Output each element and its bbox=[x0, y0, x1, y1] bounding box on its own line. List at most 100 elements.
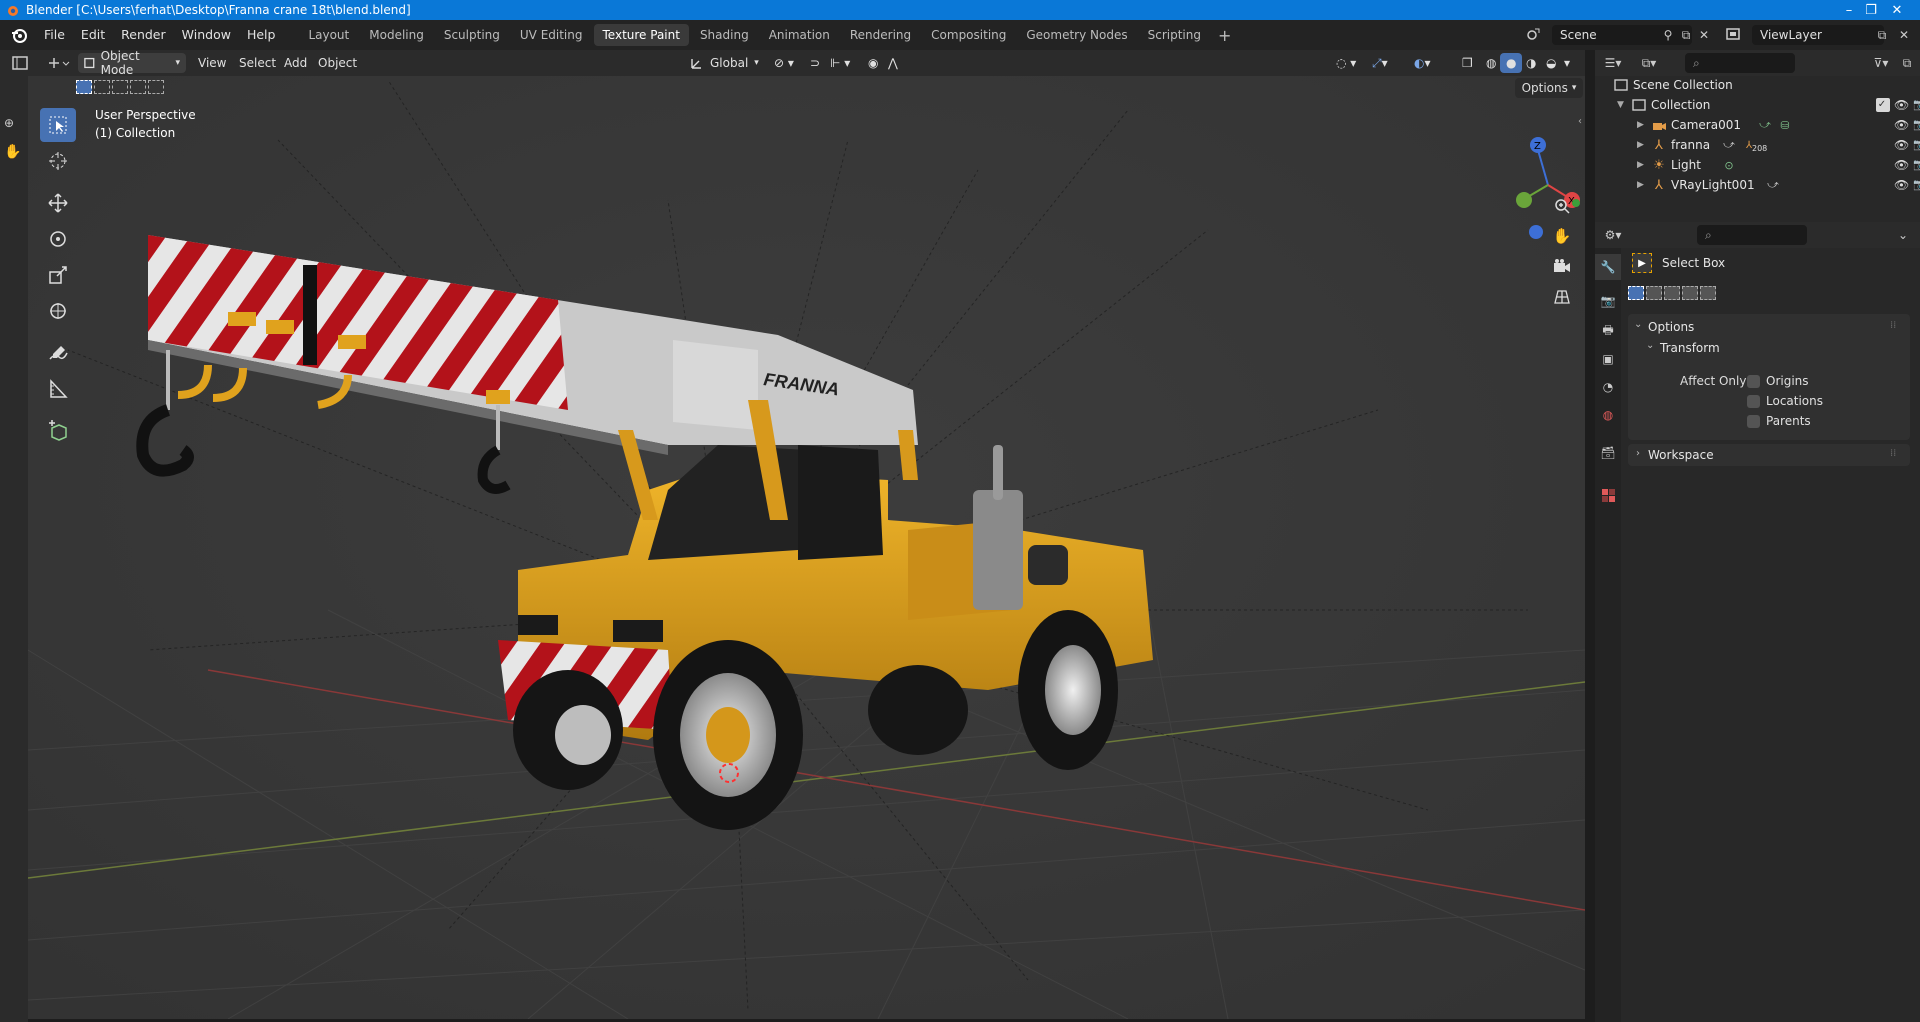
visibility-icon[interactable]: ◌ ▾ bbox=[1330, 53, 1362, 73]
menu-help[interactable]: Help bbox=[239, 20, 284, 50]
zoom-icon[interactable] bbox=[1549, 193, 1575, 219]
blender-logo-icon[interactable] bbox=[10, 26, 28, 44]
chevron-down-icon[interactable]: ⌄ bbox=[1634, 319, 1642, 330]
tab-texture-paint[interactable]: Texture Paint bbox=[593, 24, 689, 46]
select-intersect-icon[interactable] bbox=[1700, 286, 1716, 300]
tab-texture-icon[interactable] bbox=[1595, 482, 1621, 508]
camera-render-icon[interactable]: 📷 bbox=[1913, 178, 1920, 192]
add-workspace-button[interactable]: + bbox=[1210, 26, 1239, 45]
gizmo-toggle-icon[interactable]: ⤢ ▾ bbox=[1366, 53, 1394, 73]
display-mode-icon[interactable]: ⧉▾ bbox=[1639, 53, 1659, 73]
tab-shading[interactable]: Shading bbox=[691, 24, 758, 46]
tab-render-icon[interactable]: 📷 bbox=[1595, 288, 1621, 314]
scene-icon[interactable] bbox=[1524, 24, 1544, 44]
parents-checkbox[interactable]: Parents bbox=[1747, 414, 1811, 428]
select-extend-icon[interactable] bbox=[94, 80, 110, 94]
outliner-item-camera001[interactable]: ▶ Camera001 ⤻ ⛁ 👁 📷 bbox=[1595, 115, 1920, 135]
pin-icon[interactable]: ⚲ bbox=[1658, 25, 1678, 45]
drag-handle-icon[interactable]: ⁞⁞ bbox=[1890, 448, 1896, 459]
select-intersect-icon[interactable] bbox=[148, 80, 164, 94]
tab-animation[interactable]: Animation bbox=[760, 24, 839, 46]
light-data-icon[interactable]: ⊙ bbox=[1721, 157, 1737, 173]
constraint-icon[interactable]: ⤻ bbox=[1721, 137, 1737, 153]
menu-render[interactable]: Render bbox=[113, 20, 174, 50]
delete-scene-icon[interactable]: ✕ bbox=[1694, 25, 1714, 45]
camera-render-icon[interactable]: 📷 bbox=[1913, 138, 1920, 152]
constraint-icon[interactable]: ⤻ bbox=[1757, 117, 1773, 133]
tab-scene-icon[interactable]: ◔ bbox=[1595, 374, 1621, 400]
hand-icon[interactable]: ✋ bbox=[4, 144, 21, 160]
pivot-point-icon[interactable]: ⊘ ▾ bbox=[768, 53, 800, 73]
tab-collection-icon[interactable]: 🗃 bbox=[1595, 440, 1621, 466]
camera-render-icon[interactable]: 📷 bbox=[1913, 158, 1920, 172]
tab-view-layer-icon[interactable]: ▣ bbox=[1595, 346, 1621, 372]
eye-icon[interactable]: 👁 bbox=[1894, 118, 1909, 132]
tab-scripting[interactable]: Scripting bbox=[1139, 24, 1210, 46]
tab-sculpting[interactable]: Sculpting bbox=[435, 24, 509, 46]
menu-object[interactable]: Object bbox=[312, 53, 363, 73]
properties-editor-type-icon[interactable]: ⚙▾ bbox=[1603, 225, 1623, 245]
menu-window[interactable]: Window bbox=[174, 20, 239, 50]
select-box-tool[interactable] bbox=[40, 108, 76, 142]
outliner-search-input[interactable]: ⌕ bbox=[1685, 53, 1795, 73]
constraint-icon[interactable]: ⤻ bbox=[1765, 177, 1781, 193]
select-new-icon[interactable] bbox=[76, 80, 92, 94]
annotate-tool[interactable] bbox=[40, 336, 76, 370]
filter-icon[interactable]: ⊽▾ bbox=[1871, 53, 1891, 73]
3d-viewport[interactable]: FRANNA Z X bbox=[28, 50, 1585, 1019]
checkbox-box[interactable] bbox=[1747, 394, 1760, 408]
viewport-options-button[interactable]: Options ▾ bbox=[1515, 78, 1583, 98]
checkbox-box[interactable] bbox=[1747, 374, 1760, 388]
close-button[interactable]: ✕ bbox=[1874, 0, 1920, 20]
options-panel-title[interactable]: Options bbox=[1648, 320, 1694, 334]
navigate-icon[interactable]: ⊕ bbox=[4, 116, 14, 130]
tab-modeling[interactable]: Modeling bbox=[360, 24, 433, 46]
new-collection-icon[interactable]: ⧉ bbox=[1897, 53, 1917, 73]
tab-world-icon[interactable]: ◍ bbox=[1595, 402, 1621, 428]
select-new-icon[interactable] bbox=[1628, 286, 1644, 300]
new-view-layer-icon[interactable]: ⧉ bbox=[1872, 25, 1892, 45]
eye-icon[interactable]: 👁 bbox=[1894, 98, 1909, 112]
properties-search-input[interactable]: ⌕ bbox=[1697, 225, 1807, 245]
expand-arrow-icon[interactable]: ▶ bbox=[1637, 140, 1644, 150]
workspace-panel[interactable]: › Workspace ⁞⁞ bbox=[1628, 444, 1910, 466]
locations-checkbox[interactable]: Locations bbox=[1747, 394, 1823, 408]
expand-arrow-icon[interactable]: ▶ bbox=[1637, 120, 1644, 130]
eye-icon[interactable]: 👁 bbox=[1894, 158, 1909, 172]
tab-layout[interactable]: Layout bbox=[299, 24, 358, 46]
select-subtract-icon[interactable] bbox=[112, 80, 128, 94]
camera-data-icon[interactable]: ⛁ bbox=[1777, 117, 1793, 133]
eye-icon[interactable]: 👁 bbox=[1894, 138, 1909, 152]
outliner-item-light[interactable]: ▶ ☀ Light ⊙ 👁 📷 bbox=[1595, 155, 1920, 175]
tab-uv-editing[interactable]: UV Editing bbox=[511, 24, 592, 46]
select-invert-icon[interactable] bbox=[1682, 286, 1698, 300]
eye-icon[interactable]: 👁 bbox=[1894, 178, 1909, 192]
transform-panel-title[interactable]: Transform bbox=[1660, 341, 1720, 355]
camera-render-icon[interactable]: 📷 bbox=[1913, 118, 1920, 132]
select-extend-icon[interactable] bbox=[1646, 286, 1662, 300]
menu-file[interactable]: File bbox=[36, 20, 73, 50]
outliner-editor-type-icon[interactable]: ☰▾ bbox=[1603, 53, 1623, 73]
transform-pivot-icon[interactable] bbox=[40, 53, 76, 73]
mode-dropdown[interactable]: Object Mode ▾ bbox=[78, 49, 186, 77]
chevron-right-icon[interactable]: › bbox=[1636, 448, 1640, 459]
view-layer-icon[interactable] bbox=[1724, 24, 1744, 44]
tab-geometry-nodes[interactable]: Geometry Nodes bbox=[1017, 24, 1136, 46]
checkbox-box[interactable] bbox=[1747, 414, 1760, 428]
gizmo-y-axis[interactable] bbox=[1516, 192, 1532, 208]
drag-handle-icon[interactable]: ⁞⁞ bbox=[1890, 320, 1896, 331]
overlay-toggle-icon[interactable]: ◐ ▾ bbox=[1408, 53, 1437, 73]
xray-toggle-icon[interactable]: ❒ bbox=[1456, 53, 1479, 73]
grid-projection-icon[interactable] bbox=[1549, 283, 1575, 309]
new-scene-icon[interactable]: ⧉ bbox=[1676, 25, 1696, 45]
menu-select[interactable]: Select bbox=[233, 53, 282, 73]
expand-arrow-icon[interactable]: ▶ bbox=[1637, 180, 1644, 190]
workspace-panel-title[interactable]: Workspace bbox=[1648, 448, 1714, 462]
tab-compositing[interactable]: Compositing bbox=[922, 24, 1015, 46]
pan-hand-icon[interactable]: ✋ bbox=[1549, 223, 1575, 249]
tab-output-icon[interactable]: 🖶 bbox=[1595, 318, 1621, 344]
cursor-tool[interactable] bbox=[40, 144, 76, 178]
add-cube-tool[interactable] bbox=[40, 414, 76, 448]
measure-tool[interactable] bbox=[40, 372, 76, 406]
gizmo-neg-z-axis[interactable] bbox=[1529, 225, 1543, 239]
